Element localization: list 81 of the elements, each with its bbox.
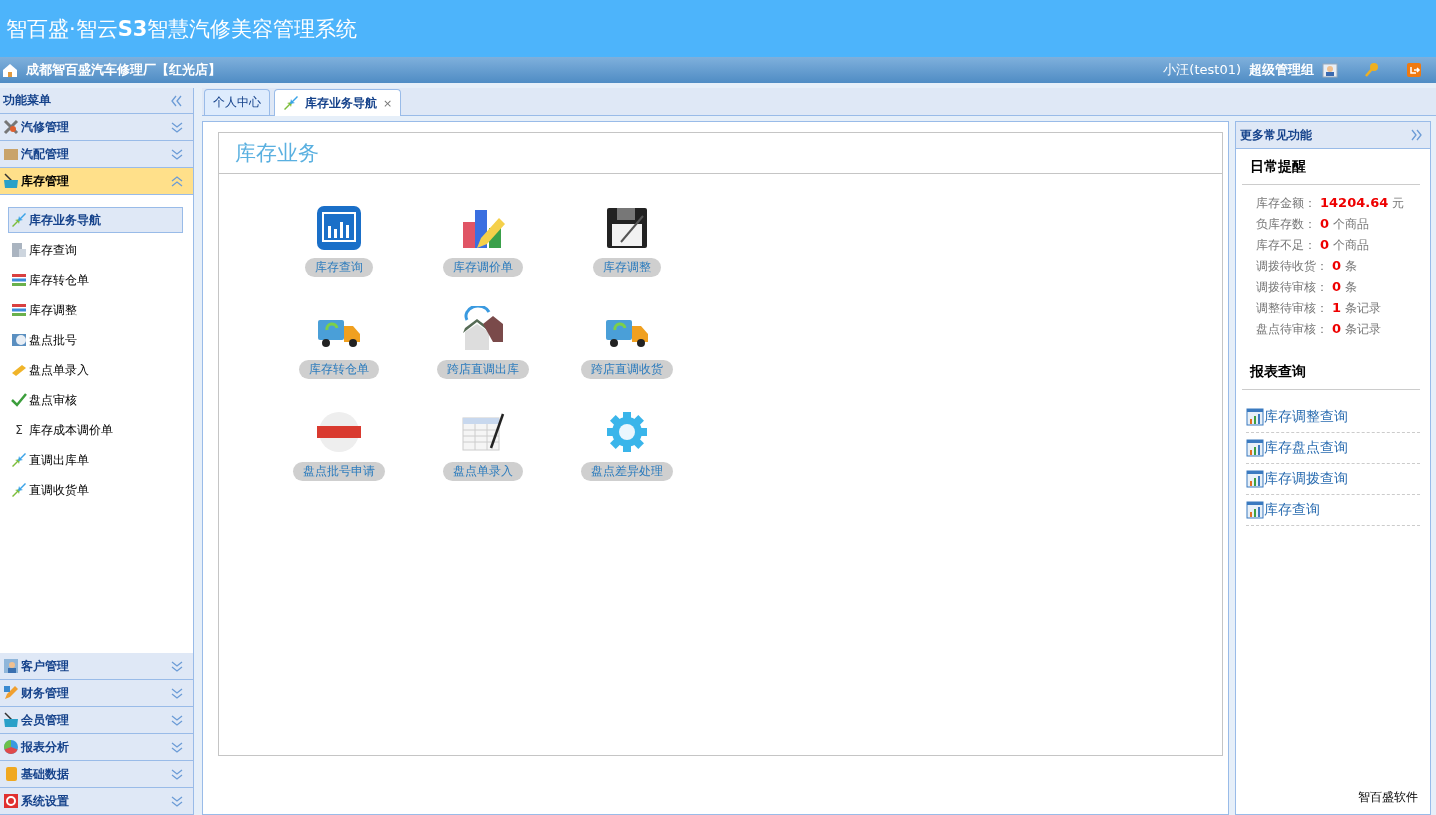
reminder-unit: 条 <box>1345 279 1358 296</box>
basket-icon <box>3 173 19 189</box>
pie-chart-icon <box>3 739 19 755</box>
report-icon <box>1246 439 1264 457</box>
arrows-icon <box>283 95 299 111</box>
reminder-label: 调整待审核： <box>1256 300 1328 317</box>
section-heading: 日常提醒 <box>1250 157 1306 176</box>
report-link[interactable]: 库存查询 <box>1264 501 1320 519</box>
menu-section[interactable]: 客户管理 <box>0 653 193 680</box>
panel-title: 库存业务 <box>235 140 319 167</box>
menu-item[interactable]: 直调出库单 <box>8 447 183 473</box>
exit-icon[interactable] <box>1406 62 1422 78</box>
reminder-value: 0 <box>1320 237 1330 252</box>
reminder-label: 盘点待审核： <box>1256 321 1328 338</box>
box-icon <box>3 146 19 162</box>
app-title: 智百盛·智云S3智慧汽修美容管理系统 <box>6 15 358 43</box>
menu-section[interactable]: 库存管理 <box>0 168 193 195</box>
report-link[interactable]: 库存调拨查询 <box>1264 470 1348 488</box>
menu-section[interactable]: 汽修管理 <box>0 114 193 141</box>
reminder-label: 调拨待审核： <box>1256 279 1328 296</box>
report-icon <box>1246 470 1264 488</box>
menu-item[interactable]: 盘点审核 <box>8 387 183 413</box>
home-icon[interactable] <box>2 62 18 78</box>
reminder-unit: 条 <box>1345 258 1358 275</box>
user-card-icon[interactable] <box>1322 62 1338 78</box>
key-icon[interactable] <box>1364 62 1380 78</box>
footer-text: 智百盛软件 <box>1358 789 1418 806</box>
report-link[interactable]: 库存盘点查询 <box>1264 439 1348 457</box>
side-panel-title: 更多常见功能 <box>1240 126 1312 144</box>
check-icon <box>11 392 27 408</box>
tools-icon <box>3 119 19 135</box>
list-icon <box>11 302 27 318</box>
basket-icon <box>3 712 19 728</box>
reminder-value: 0 <box>1332 258 1342 273</box>
menu-item[interactable]: 库存业务导航 <box>8 207 183 233</box>
arrows-icon <box>11 482 27 498</box>
reminder-unit: 元 <box>1392 195 1405 212</box>
store-name: 成都智百盛汽车修理厂【红光店】 <box>26 61 221 79</box>
menu-section[interactable]: 财务管理 <box>0 680 193 707</box>
menu-section[interactable]: 基础数据 <box>0 761 193 788</box>
close-icon[interactable]: × <box>383 96 393 110</box>
reminder-label: 负库存数： <box>1256 216 1316 233</box>
reminder-value: 0 <box>1332 321 1342 336</box>
menu-item[interactable]: 库存转仓单 <box>8 267 183 293</box>
reminder-unit: 个商品 <box>1333 237 1370 254</box>
arrows-icon <box>11 452 27 468</box>
report-link[interactable]: 库存调整查询 <box>1264 408 1348 426</box>
user-name: 小汪(test01) <box>1163 61 1241 79</box>
tab[interactable]: 库存业务导航 × <box>274 89 402 116</box>
section-heading: 报表查询 <box>1250 362 1306 381</box>
menu-item[interactable]: 库存调整 <box>8 297 183 323</box>
reminder-unit: 条记录 <box>1345 300 1382 317</box>
reminder-value: 1 <box>1332 300 1342 315</box>
reminder-label: 库存不足： <box>1256 237 1316 254</box>
menu-item[interactable]: 盘点单录入 <box>8 357 183 383</box>
menu-item[interactable]: 直调收货单 <box>8 477 183 503</box>
pencil-icon <box>3 685 19 701</box>
arrows-icon <box>11 212 27 228</box>
sigma-icon: Σ <box>11 423 27 437</box>
report-icon <box>1246 501 1264 519</box>
menu-item[interactable]: 库存查询 <box>8 237 183 263</box>
reminder-value: 0 <box>1332 279 1342 294</box>
menu-section[interactable]: 会员管理 <box>0 707 193 734</box>
menu-section[interactable]: 系统设置 <box>0 788 193 815</box>
menu-section[interactable]: 报表分析 <box>0 734 193 761</box>
contact-card-icon <box>3 658 19 674</box>
menu-item[interactable]: 盘点批号 <box>8 327 183 353</box>
reminder-unit: 条记录 <box>1345 321 1382 338</box>
report-icon <box>1246 408 1264 426</box>
bar-chart-icon <box>315 204 363 252</box>
tab[interactable]: 个人中心 <box>204 89 270 115</box>
reminder-label: 调拨待收货： <box>1256 258 1328 275</box>
reminder-value: 14204.64 <box>1320 195 1389 210</box>
list-icon <box>11 272 27 288</box>
reminder-label: 库存金额： <box>1256 195 1316 212</box>
sidebar-title: 功能菜单 <box>3 92 51 109</box>
reminder-value: 0 <box>1320 216 1330 231</box>
menu-item[interactable]: Σ 库存成本调价单 <box>8 417 183 443</box>
menu-section[interactable]: 汽配管理 <box>0 141 193 168</box>
reminder-unit: 个商品 <box>1333 216 1370 233</box>
user-role: 超级管理组 <box>1249 61 1314 79</box>
